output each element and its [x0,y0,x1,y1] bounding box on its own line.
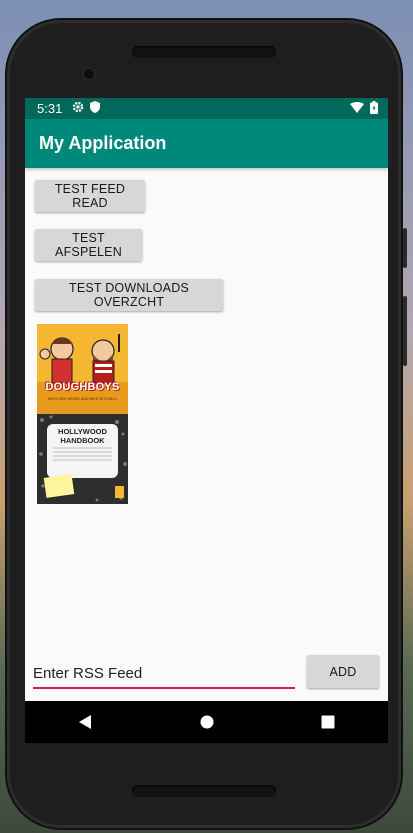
shield-icon [90,101,101,116]
hollywood-handbook-title: HOLLYWOOD HANDBOOK [58,427,107,445]
app-title: My Application [39,133,167,153]
app-bar: My Application [25,119,388,168]
top-speaker [132,46,276,58]
navigation-bar [25,701,388,743]
add-button[interactable]: ADD [307,655,379,688]
front-camera [84,69,94,79]
podcast-thumbnail-hollywood-handbook[interactable]: HOLLYWOOD HANDBOOK [37,414,128,504]
test-downloads-overzicht-button[interactable]: TEST DOWNLOADS OVERZCHT [35,279,223,311]
wifi-icon [350,101,364,116]
doughboys-title: DOUGHBOYS [45,381,120,393]
rss-input-row: ADD [25,653,388,693]
status-time: 5:31 [37,101,63,116]
power-button [403,296,407,366]
device-screen: 5:31 My Application TEST FEED READ TEST … [25,98,388,743]
doughboys-subtitle: WITH NICK WIGER AND MIKE MITCHELL [48,397,117,401]
test-afspelen-button[interactable]: TEST AFSPELEN [35,229,142,261]
battery-icon [370,100,378,117]
home-icon[interactable] [177,701,237,743]
podcast-thumbnails: DOUGHBOYS WITH NICK WIGER AND MIKE MITCH… [37,324,128,504]
rss-feed-input[interactable] [33,659,295,689]
back-icon[interactable] [56,701,116,743]
gear-icon [72,101,84,116]
recents-icon[interactable] [298,701,358,743]
bottom-speaker [132,785,276,797]
test-feed-read-button[interactable]: TEST FEED READ [35,180,145,212]
status-bar: 5:31 [25,98,388,119]
podcast-thumbnail-doughboys[interactable]: DOUGHBOYS WITH NICK WIGER AND MIKE MITCH… [37,324,128,414]
volume-button [403,228,407,268]
